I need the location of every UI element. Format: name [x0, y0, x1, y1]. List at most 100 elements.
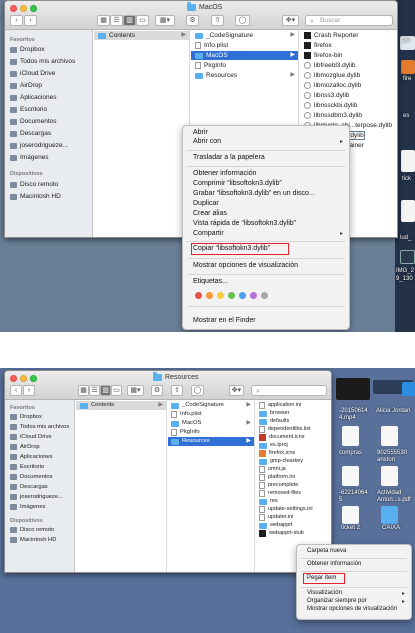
sidebar-item-airdrop[interactable]: AirDrop: [10, 82, 42, 89]
column-view-button[interactable]: ▥: [100, 385, 111, 396]
list-item[interactable]: MacOS ▶: [168, 419, 254, 428]
menu-item-quick-look[interactable]: Vista rápida de “libsoftokn3.dylib”: [193, 220, 296, 227]
action-gear-button[interactable]: ⚙: [151, 385, 163, 396]
sidebar-item-documents[interactable]: Documentos: [10, 118, 57, 125]
list-item[interactable]: libnssdbm3.dylib: [300, 111, 362, 120]
minimize-button[interactable]: [20, 5, 27, 12]
menu-item-compress[interactable]: Comprimir “libsoftokn3.dylib”: [193, 180, 282, 187]
list-item[interactable]: Info.plist: [168, 410, 254, 419]
list-item[interactable]: libfreebl3.dylib: [300, 61, 356, 70]
menu-item-show-in-finder[interactable]: Mostrar en el Finder: [193, 317, 256, 324]
forward-button[interactable]: ›: [24, 15, 37, 26]
minimize-button[interactable]: [20, 375, 27, 382]
menu-item-copy[interactable]: Copiar “libsoftokn3.dylib”: [193, 245, 270, 252]
list-item[interactable]: PkgInfo: [191, 61, 298, 70]
tag-red-icon[interactable]: [195, 292, 202, 299]
menu-item-open-with[interactable]: Abrir con: [193, 138, 221, 145]
zoom-button[interactable]: [30, 5, 37, 12]
list-item[interactable]: Contents ▶: [76, 401, 166, 410]
search-field[interactable]: ⌕ Buscar: [305, 15, 393, 26]
video-thumbnail-icon[interactable]: [336, 378, 370, 400]
desktop-folder-icon[interactable]: [381, 506, 398, 524]
sidebar-item-home[interactable]: joserodrigueze...: [10, 494, 63, 500]
list-item[interactable]: firefox-bin: [300, 51, 343, 60]
list-item-selected[interactable]: Resources ▶: [168, 437, 254, 446]
sidebar-item-downloads[interactable]: Descargas: [10, 484, 48, 490]
tag-purple-icon[interactable]: [250, 292, 257, 299]
menu-item-arrange-by[interactable]: Organizar siempre por: [307, 598, 367, 604]
sidebar-item-applications[interactable]: Aplicaciones: [10, 94, 57, 101]
list-item[interactable]: Info.plist: [191, 41, 298, 50]
desktop-file-icon[interactable]: [342, 466, 359, 486]
sidebar-item-dropbox[interactable]: Dropbox: [10, 46, 45, 53]
menu-item-paste[interactable]: Pegar ítem: [307, 575, 336, 581]
sidebar-item-icloud[interactable]: iCloud Drive: [10, 434, 52, 440]
sidebar-item-all-files[interactable]: Todos mis archivos: [10, 424, 69, 430]
list-item[interactable]: libnssckbi.dylib: [300, 101, 357, 110]
list-item[interactable]: Resources ▶: [191, 71, 298, 80]
share-button[interactable]: ⇧: [211, 15, 224, 26]
menu-item-new-folder[interactable]: Carpeta nueva: [307, 548, 346, 554]
zoom-button[interactable]: [30, 375, 37, 382]
menu-item-share[interactable]: Compartir: [193, 230, 224, 237]
desktop-file-icon[interactable]: [342, 506, 359, 524]
desktop-file-icon[interactable]: [401, 150, 415, 172]
menu-item-tags[interactable]: Etiquetas...: [193, 278, 228, 285]
list-item[interactable]: _CodeSignature ▶: [191, 31, 298, 40]
sidebar-item-documents[interactable]: Documentos: [10, 474, 53, 480]
list-item[interactable]: libnss3.dylib: [300, 91, 349, 100]
icon-view-button[interactable]: ▦: [97, 15, 110, 26]
menu-item-view-options[interactable]: Mostrar opciones de visualización: [307, 606, 397, 612]
tags-button[interactable]: ◯: [235, 15, 250, 26]
dropbox-toolbar-button[interactable]: ✥▾: [229, 385, 244, 396]
list-item[interactable]: libmozalloc.dylib: [300, 81, 361, 90]
back-button[interactable]: ‹: [10, 385, 22, 396]
tag-blue-icon[interactable]: [239, 292, 246, 299]
sidebar-item-home[interactable]: joserodrigueze...: [10, 142, 68, 149]
share-button[interactable]: ⇧: [171, 385, 183, 396]
tag-yellow-icon[interactable]: [217, 292, 224, 299]
sidebar-item-desktop[interactable]: Escritorio: [10, 464, 44, 470]
tag-green-icon[interactable]: [228, 292, 235, 299]
sidebar-item-remote-disc[interactable]: Disco remoto: [10, 181, 58, 188]
column-view-button[interactable]: ▥: [123, 15, 136, 26]
sidebar-item-dropbox[interactable]: Dropbox: [10, 414, 42, 420]
sidebar-item-applications[interactable]: Aplicaciones: [10, 454, 53, 460]
icon-view-button[interactable]: ▦: [78, 385, 89, 396]
menu-item-move-to-trash[interactable]: Trasladar a la papelera: [193, 154, 265, 161]
finder-dock-icon[interactable]: [402, 382, 415, 396]
menu-item-get-info[interactable]: Obtener información: [307, 561, 361, 567]
list-item[interactable]: Contents ▶: [94, 31, 189, 40]
sidebar-item-macintosh-hd[interactable]: Macintosh HD: [10, 537, 56, 543]
sidebar-item-remote-disc[interactable]: Disco remoto: [10, 527, 54, 533]
back-button[interactable]: ‹: [10, 15, 23, 26]
list-item[interactable]: webapprt-stub: [256, 529, 304, 538]
sidebar-item-airdrop[interactable]: AirDrop: [10, 444, 40, 450]
dropbox-toolbar-button[interactable]: ✥▾: [282, 15, 299, 26]
list-item[interactable]: Crash Reporter: [300, 31, 358, 40]
desktop-file-icon[interactable]: [381, 466, 398, 486]
sidebar-item-downloads[interactable]: Descargas: [10, 130, 51, 137]
menu-item-burn[interactable]: Grabar “libsoftokn3.dylib” en un disco..…: [193, 190, 315, 197]
sidebar-item-pictures[interactable]: Imágenes: [10, 154, 49, 161]
search-field[interactable]: ⌕: [251, 385, 327, 396]
list-item[interactable]: libmozglue.dylib: [300, 71, 360, 80]
arrange-button[interactable]: ▦▾: [127, 385, 144, 396]
desktop-file-icon[interactable]: [381, 426, 398, 446]
coverflow-view-button[interactable]: ▭: [111, 385, 122, 396]
desktop-file-icon[interactable]: [401, 200, 415, 222]
list-item[interactable]: _CodeSignature ▶: [168, 401, 254, 410]
tag-orange-icon[interactable]: [206, 292, 213, 299]
menu-item-view-options[interactable]: Mostrar opciones de visualización: [193, 262, 298, 269]
list-item-selected[interactable]: MacOS ▶: [191, 51, 298, 60]
firefox-desktop-icon[interactable]: [401, 60, 415, 74]
menu-item-make-alias[interactable]: Crear alias: [193, 210, 227, 217]
arrange-button[interactable]: ▦▾: [155, 15, 175, 26]
tags-button[interactable]: ◯: [191, 385, 204, 396]
menu-item-duplicate[interactable]: Duplicar: [193, 200, 219, 207]
sidebar-item-desktop[interactable]: Escritorio: [10, 106, 47, 113]
action-gear-button[interactable]: ⚙: [186, 15, 199, 26]
image-desktop-icon[interactable]: [400, 250, 415, 264]
tag-gray-icon[interactable]: [261, 292, 268, 299]
menu-item-get-info[interactable]: Obtener información: [193, 170, 256, 177]
